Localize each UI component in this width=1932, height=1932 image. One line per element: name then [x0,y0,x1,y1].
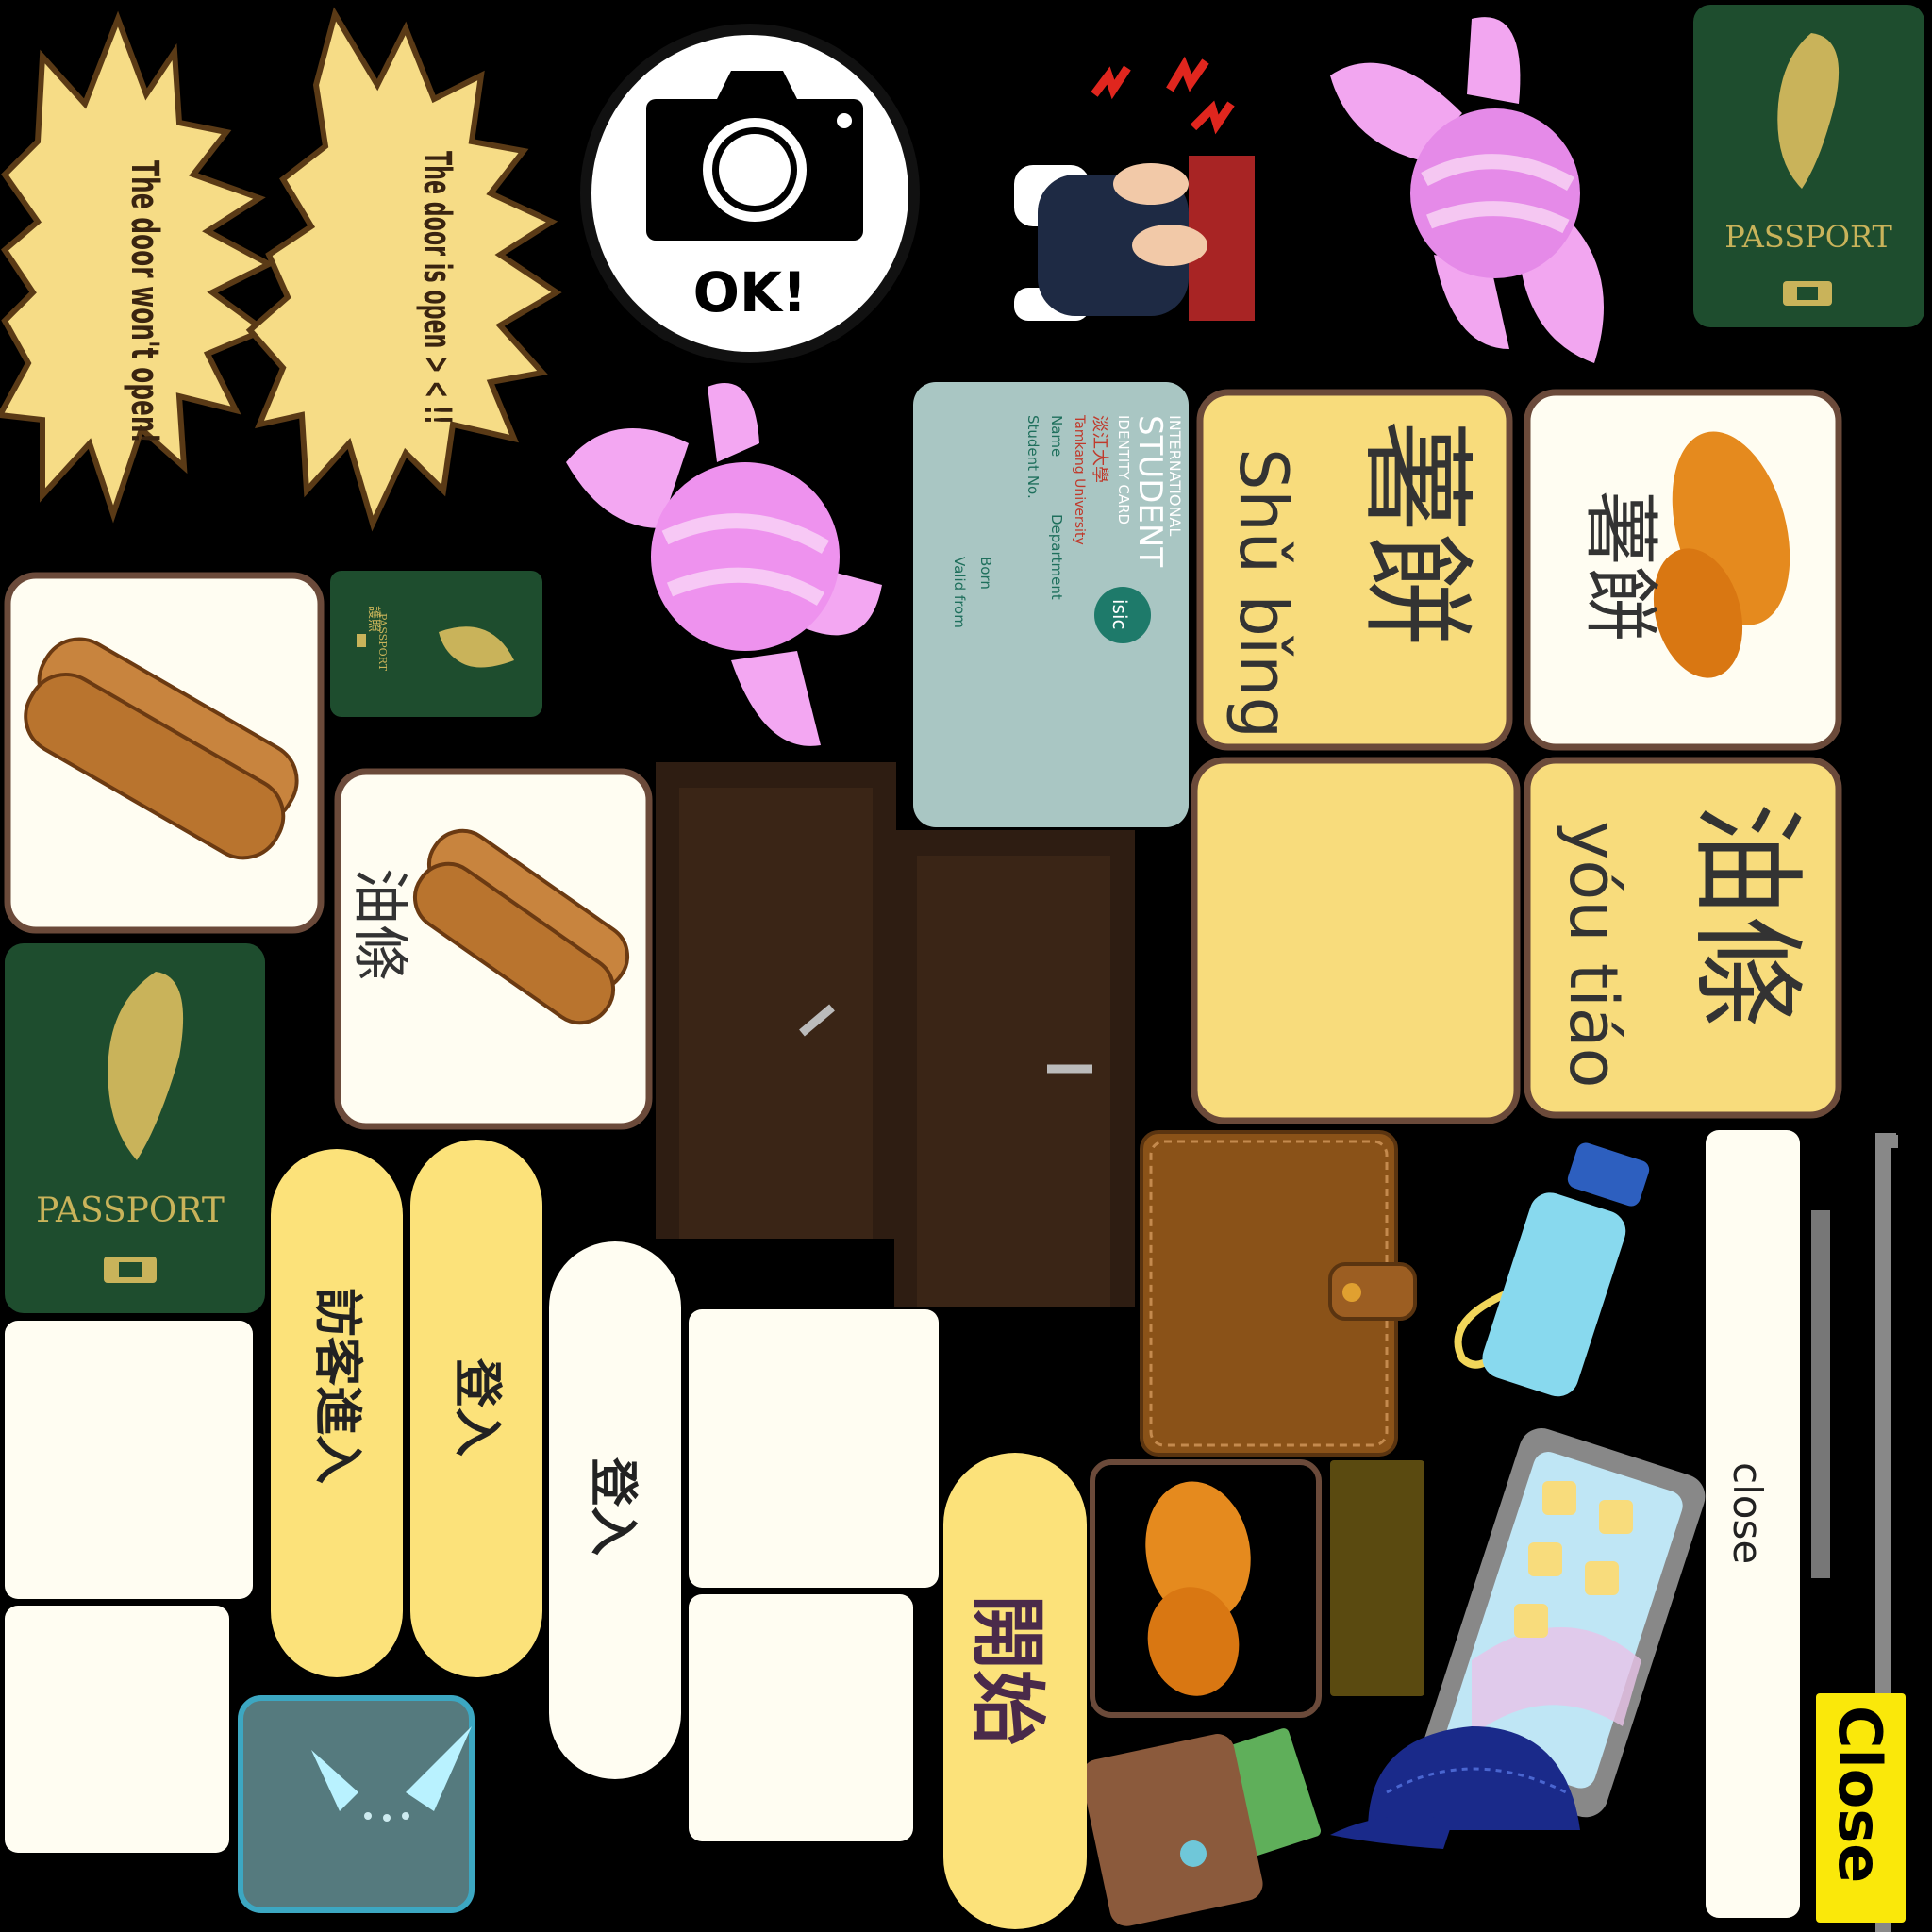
id-school-en: Tamkang University [1072,414,1087,545]
login-button-yellow[interactable]: 登入 [410,1140,542,1677]
card-youtiao-text[interactable]: 油條 yóu tiáo [1524,757,1842,1119]
card-youtiao-picture-large[interactable] [4,572,325,934]
blank-panel-1 [5,1321,253,1599]
login-yellow-label: 登入 [448,1357,505,1457]
atlas-canvas: The door won't open! The door is open > … [0,5,1924,1932]
guest-login-label: 訪客進入 [308,1288,365,1484]
blank-panel-3 [689,1309,939,1588]
card-youtiao-pinyin: yóu tiáo [1555,821,1632,1089]
id-field-born: Born [977,557,994,590]
id-field-student-no: Student No. [1024,415,1041,499]
card-shubing-picture[interactable]: 薯餅 [1524,389,1842,751]
hash-brown-tile[interactable] [1090,1459,1322,1718]
passport-icon-large-left: PASSPORT [5,943,265,1313]
candy-icon [1330,17,1604,363]
id-field-valid-from: Valid from [951,557,968,628]
water-bottle-icon [1454,1142,1650,1397]
login-button-white[interactable]: 登入 [549,1241,681,1779]
candy-icon-2 [566,383,882,746]
passport-small-en: PASSPORT [376,613,389,672]
passport-label: PASSPORT [1724,219,1892,255]
bar-dark-olive [1330,1460,1424,1696]
id-field-name: Name [1048,415,1065,457]
card-youtiao-zh: 油條 [1680,802,1811,1028]
close-button-white[interactable]: close [1706,1130,1800,1918]
guest-login-button[interactable]: 訪客進入 [271,1149,403,1677]
id-field-department: Department [1048,514,1065,600]
camera-ok-badge[interactable]: OK! [580,24,920,363]
knees-pain-icon [1014,56,1255,321]
blank-panel-4 [689,1594,913,1841]
id-logo: isic [1108,599,1131,630]
door-icon[interactable] [656,762,896,1239]
card-shubing-zh: 薯餅 [1350,420,1481,646]
passport-label-2: PASSPORT [36,1191,225,1230]
card-shubing-picture-zh: 薯餅 [1576,491,1664,641]
shirt-icon [238,1695,475,1913]
close-yellow-label: Close [1825,1706,1894,1883]
card-youtiao-picture-zh: 油條 [346,868,412,981]
student-id-card: INTERNATIONAL STUDENT IDENTITY CARD 淡江大學… [913,382,1189,827]
start-label: 開始 [963,1594,1051,1745]
wallet-cash-icon [1081,1728,1322,1926]
door-icon-2[interactable] [894,830,1135,1307]
card-shubing-pinyin: Shǔ bǐng [1224,448,1302,739]
passport-icon-large-top: PASSPORT [1693,5,1924,327]
burst-door-locked: The door won't open! [0,10,275,524]
burst-door-locked-text: The door won't open! [123,160,166,443]
login-white-label: 登入 [584,1457,641,1556]
close-white-label: close [1724,1462,1771,1564]
camera-ok-label: OK! [693,260,808,325]
card-shubing-text[interactable]: 薯餅 Shǔ bǐng [1196,389,1513,751]
blank-panel-2 [5,1606,229,1853]
close-button-yellow[interactable]: Close [1816,1693,1906,1923]
id-school-zh: 淡江大學 [1090,415,1109,483]
start-button[interactable]: 開始 [943,1453,1087,1929]
wallet-icon [1140,1130,1417,1457]
sprite-atlas: The door won't open! The door is open > … [0,0,1932,1932]
burst-door-open-text: The door is open > < !! [415,151,458,425]
id-header-2: STUDENT [1131,415,1169,567]
card-youtiao-picture-labeled[interactable]: 油條 [334,768,653,1130]
id-header-3: IDENTITY CARD [1115,415,1132,525]
card-blank-yellow[interactable] [1191,757,1521,1124]
burst-door-open: The door is open > < !! [245,7,562,532]
passport-icon-small: 護照 PASSPORT [330,571,542,717]
